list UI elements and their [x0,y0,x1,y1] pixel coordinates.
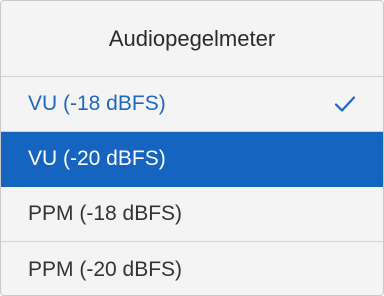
menu-item-vu-18[interactable]: VU (-18 dBFS) [1,77,383,132]
menu-options-list: VU (-18 dBFS) VU (-20 dBFS) PPM (-18 dBF… [1,77,383,295]
checkmark-icon [333,94,357,114]
menu-item-ppm-20[interactable]: PPM (-20 dBFS) [1,242,383,295]
menu-item-vu-20[interactable]: VU (-20 dBFS) [1,132,383,187]
menu-title: Audiopegelmeter [1,1,383,77]
menu-item-label: PPM (-18 dBFS) [28,202,183,225]
menu-item-ppm-18[interactable]: PPM (-18 dBFS) [1,187,383,242]
menu-item-label: VU (-18 dBFS) [28,92,166,115]
menu-item-label: PPM (-20 dBFS) [28,257,183,281]
audio-meter-menu: Audiopegelmeter VU (-18 dBFS) VU (-20 dB… [0,0,384,296]
menu-item-label: VU (-20 dBFS) [28,147,166,170]
